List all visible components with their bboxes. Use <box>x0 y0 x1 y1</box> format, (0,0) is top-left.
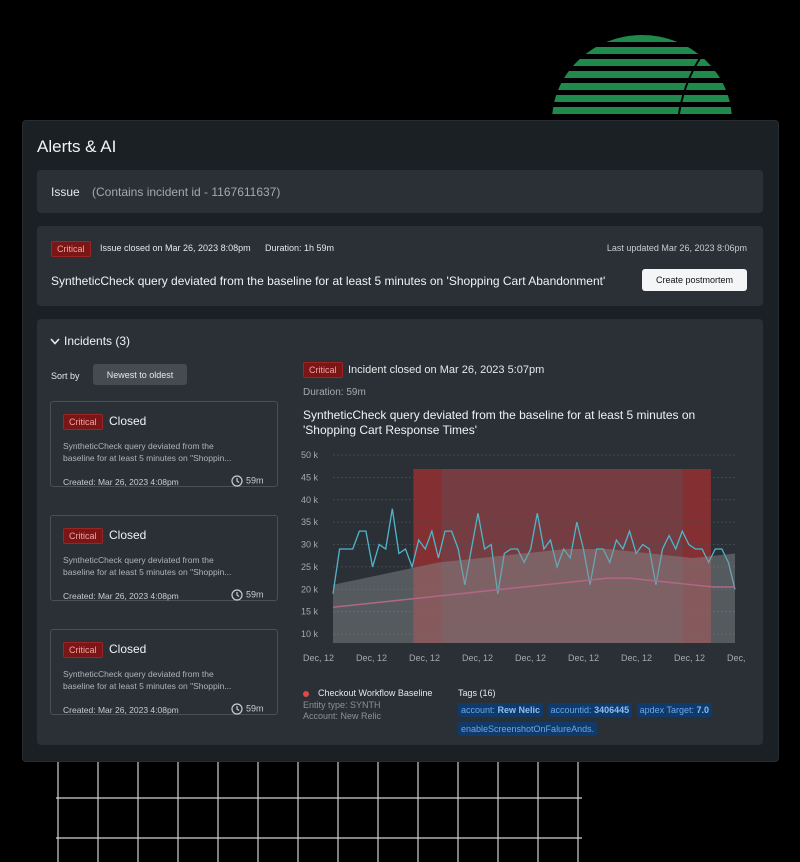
issue-filter-text: (Contains incident id - 1167611637) <box>92 185 281 199</box>
x-tick-label: Dec, 12 <box>621 653 652 663</box>
issue-filter-bar[interactable]: Issue (Contains incident id - 1167611637… <box>37 170 763 213</box>
incident-duration-value: 59m <box>246 703 264 714</box>
clock-icon <box>231 703 243 715</box>
decorative-grid <box>56 758 582 862</box>
legend-entity-type: Entity type: SYNTH <box>303 700 381 710</box>
baseline-area <box>333 549 735 643</box>
issue-closed-text: Issue closed on Mar 26, 2023 8:08pm <box>100 243 251 253</box>
y-tick-label: 45 k <box>301 472 319 482</box>
incident-card[interactable]: Critical Closed SyntheticCheck query dev… <box>50 515 278 601</box>
critical-badge: Critical <box>63 528 103 544</box>
y-tick-label: 40 k <box>301 495 319 505</box>
incident-description: SyntheticCheck query deviated from the b… <box>63 668 268 692</box>
incident-duration: 59m <box>231 589 264 601</box>
clock-icon <box>231 475 243 487</box>
x-tick-label: Dec, 12 <box>409 653 440 663</box>
incident-description-line: baseline for at least 5 minutes on "Shop… <box>63 453 232 463</box>
tag-key: account: <box>461 705 496 715</box>
alerts-panel: Alerts & AI Issue (Contains incident id … <box>22 120 779 762</box>
critical-badge: Critical <box>51 241 91 257</box>
incidents-section: Incidents (3) Sort by Newest to oldest C… <box>37 319 763 745</box>
tag[interactable]: accountid: 3406445 <box>547 703 633 717</box>
incident-chart[interactable]: 50 k 45 k 40 k 35 k 30 k 25 k 20 k 15 k 10 k Dec,… <box>295 447 745 679</box>
tag-key: enableScreenshotOnFalureAnds. <box>461 724 595 734</box>
tag[interactable]: apdex Target: 7.0 <box>636 703 712 717</box>
incident-detail-title: SyntheticCheck query deviated from the b… <box>303 408 733 438</box>
incident-detail-duration: Duration: 59m <box>303 387 366 398</box>
x-tick-label: Dec, 12 <box>727 653 745 663</box>
issue-duration: Duration: 1h 59m <box>265 243 335 253</box>
incidents-toggle[interactable]: Incidents (3) <box>50 334 130 348</box>
legend-dot <box>303 691 309 697</box>
incident-description-line: SyntheticCheck query deviated from the <box>63 669 214 679</box>
x-tick-label: Dec, 12 <box>568 653 599 663</box>
y-tick-label: 10 k <box>301 629 319 639</box>
issue-summary: Critical Issue closed on Mar 26, 2023 8:… <box>37 226 763 306</box>
incident-card[interactable]: Critical Closed SyntheticCheck query dev… <box>50 401 278 487</box>
legend-entity-name[interactable]: Checkout Workflow Baseline <box>318 688 432 698</box>
tag-value: Rew Nelic <box>497 705 541 715</box>
incident-title-line: SyntheticCheck query deviated from the b… <box>303 408 696 422</box>
incident-description-line: baseline for at least 5 minutes on "Shop… <box>63 567 232 577</box>
tag[interactable]: enableScreenshotOnFalureAnds. <box>458 722 598 736</box>
incident-description-line: baseline for at least 5 minutes on "Shop… <box>63 681 232 691</box>
x-tick-label: Dec, 12 <box>515 653 546 663</box>
incident-created: Created: Mar 26, 2023 4:08pm <box>63 705 179 715</box>
incident-status: Closed <box>109 414 147 428</box>
issue-message: SyntheticCheck query deviated from the b… <box>51 274 606 288</box>
x-tick-label: Dec, 12 <box>303 653 334 663</box>
clock-icon <box>231 589 243 601</box>
incident-card[interactable]: Critical Closed SyntheticCheck query dev… <box>50 629 278 715</box>
tags-header: Tags (16) <box>458 688 496 698</box>
incident-duration-value: 59m <box>246 589 264 600</box>
y-tick-label: 15 k <box>301 607 319 617</box>
x-tick-label: Dec, 12 <box>356 653 387 663</box>
x-tick-label: Dec, 12 <box>674 653 705 663</box>
sort-label: Sort by <box>51 371 80 381</box>
incidents-header: Incidents (3) <box>64 334 131 348</box>
incident-description: SyntheticCheck query deviated from the b… <box>63 554 268 578</box>
incident-description-line: SyntheticCheck query deviated from the <box>63 555 214 565</box>
tag[interactable]: account: Rew Nelic <box>458 703 544 717</box>
incident-duration: 59m <box>231 703 264 715</box>
incident-description-line: SyntheticCheck query deviated from the <box>63 441 214 451</box>
incident-status: Closed <box>109 642 147 656</box>
y-tick-label: 30 k <box>301 540 319 550</box>
chevron-down-icon <box>50 337 60 348</box>
critical-badge: Critical <box>303 362 343 378</box>
last-updated: Last updated Mar 26, 2023 8:06pm <box>606 243 747 253</box>
legend-account: Account: New Relic <box>303 711 382 721</box>
page-title: Alerts & AI <box>37 137 117 156</box>
incident-created: Created: Mar 26, 2023 4:08pm <box>63 591 179 601</box>
incident-duration-value: 59m <box>246 475 264 486</box>
y-tick-label: 25 k <box>301 562 319 572</box>
y-tick-label: 50 k <box>301 450 319 460</box>
decorative-striped-sun <box>552 35 732 121</box>
incident-created: Created: Mar 26, 2023 4:08pm <box>63 477 179 487</box>
tag-key: accountid: <box>550 705 592 715</box>
incident-title-line: 'Shopping Cart Response Times' <box>303 423 478 437</box>
y-tick-label: 20 k <box>301 584 319 594</box>
tag-value: 7.0 <box>696 705 709 715</box>
tag-value: 3406445 <box>594 705 630 715</box>
issue-label: Issue <box>51 185 80 199</box>
tag-key: apdex Target: <box>639 705 694 715</box>
incident-closed-text: Incident closed on Mar 26, 2023 5:07pm <box>348 364 545 376</box>
create-postmortem-button[interactable]: Create postmortem <box>642 269 747 291</box>
x-tick-label: Dec, 12 <box>462 653 493 663</box>
critical-badge: Critical <box>63 414 103 430</box>
incident-description: SyntheticCheck query deviated from the b… <box>63 440 268 464</box>
sort-dropdown[interactable]: Newest to oldest <box>93 364 187 385</box>
incident-duration: 59m <box>231 475 264 487</box>
incident-status: Closed <box>109 528 147 542</box>
tags-list: account: Rew Nelic accountid: 3406445 ap… <box>458 700 728 738</box>
critical-badge: Critical <box>63 642 103 658</box>
y-tick-label: 35 k <box>301 517 319 527</box>
